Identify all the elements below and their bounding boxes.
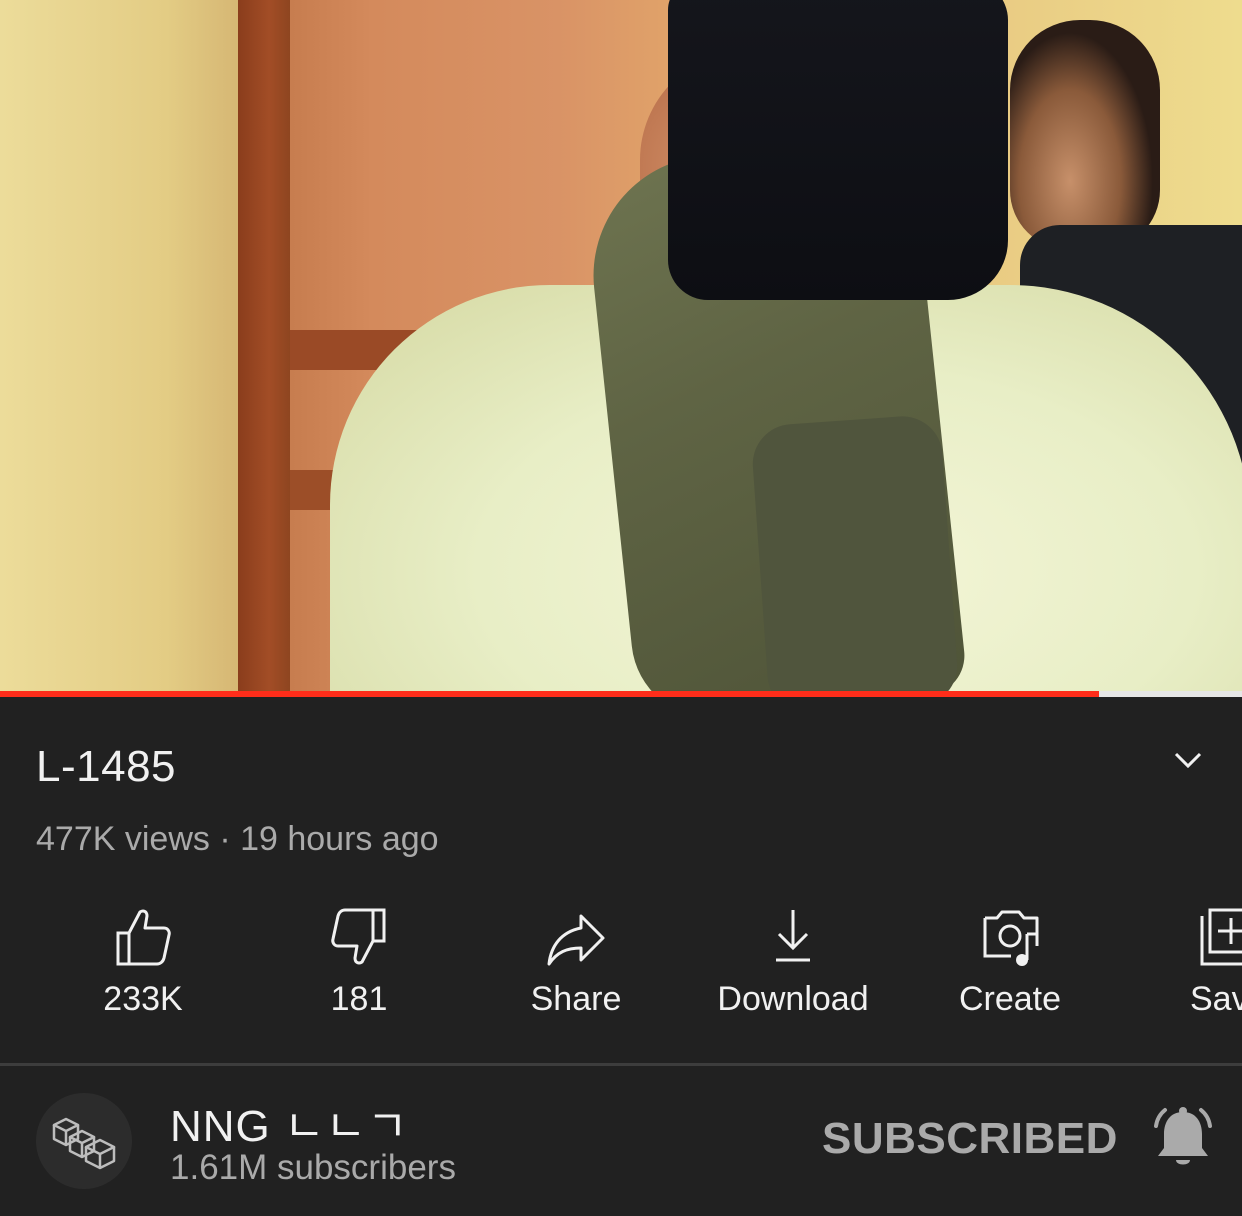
- divider: [0, 1063, 1242, 1066]
- progress-bar-fill: [0, 691, 1100, 697]
- download-label: Download: [717, 980, 869, 1018]
- chevron-down-icon[interactable]: [1170, 742, 1206, 778]
- share-icon: [545, 906, 607, 968]
- thumbs-up-icon: [112, 906, 174, 968]
- share-label: Share: [530, 980, 622, 1018]
- subscribed-button[interactable]: SUBSCRIBED: [822, 1114, 1118, 1164]
- video-meta: 477K views · 19 hours ago: [36, 820, 439, 858]
- thumbs-down-icon: [328, 906, 390, 968]
- progress-bar[interactable]: [0, 691, 1242, 697]
- create-label: Create: [958, 980, 1062, 1018]
- subscriber-count: 1.61M subscribers: [170, 1148, 456, 1187]
- video-frame: [0, 0, 238, 693]
- like-count: 233K: [103, 980, 183, 1018]
- action-bar: 233K 181 Share Download Create Sav: [0, 900, 1242, 1030]
- like-button[interactable]: 233K: [38, 900, 248, 1030]
- save-button[interactable]: Sav: [1190, 900, 1242, 1030]
- channel-logo-icon: [52, 1117, 116, 1170]
- create-button[interactable]: Create: [905, 900, 1115, 1030]
- bell-icon[interactable]: [1148, 1104, 1218, 1174]
- create-icon: [979, 906, 1041, 968]
- download-button[interactable]: Download: [688, 900, 898, 1030]
- dislike-count: 181: [330, 980, 388, 1018]
- video-title: L-1485: [36, 742, 177, 791]
- channel-name[interactable]: NNG ㄴㄴㄱ: [170, 1090, 408, 1154]
- dislike-button[interactable]: 181: [254, 900, 464, 1030]
- save-label: Sav: [1190, 980, 1242, 1018]
- share-button[interactable]: Share: [471, 900, 681, 1030]
- save-to-playlist-icon: [1190, 906, 1242, 968]
- download-icon: [762, 906, 824, 968]
- video-player[interactable]: [0, 0, 1242, 693]
- channel-avatar[interactable]: [36, 1093, 132, 1189]
